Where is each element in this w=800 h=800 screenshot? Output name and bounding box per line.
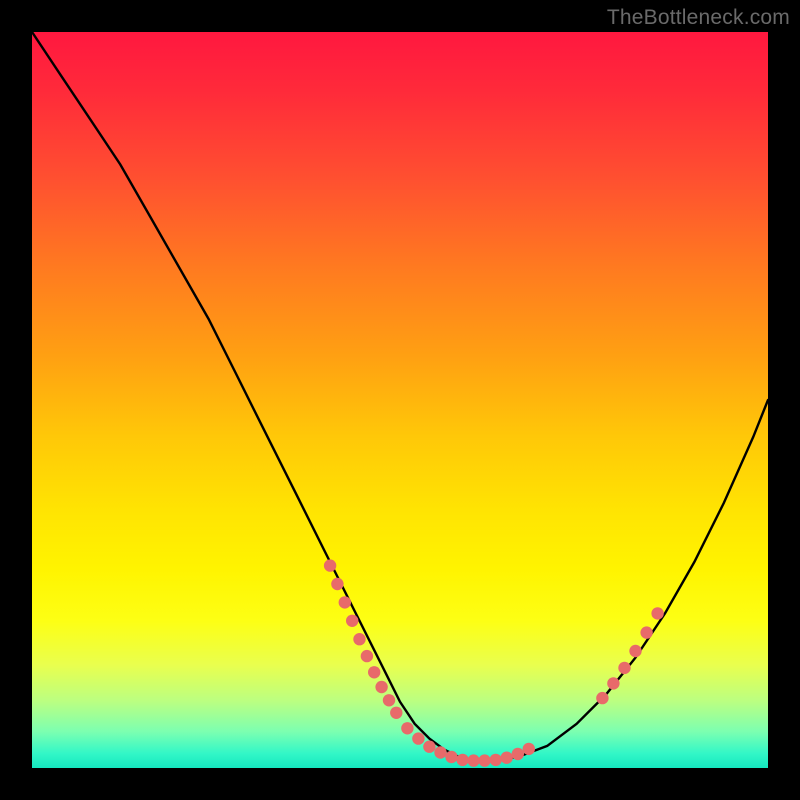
dot-marker	[434, 746, 446, 758]
dot-marker	[512, 748, 524, 760]
bottleneck-curve	[32, 32, 768, 761]
watermark-text: TheBottleneck.com	[607, 6, 790, 30]
dot-marker	[339, 596, 351, 608]
dot-marker	[346, 615, 358, 627]
dot-markers	[324, 559, 664, 766]
plot-area	[32, 32, 768, 768]
dot-marker	[375, 681, 387, 693]
dot-marker	[490, 754, 502, 766]
dot-marker	[324, 559, 336, 571]
chart-frame: TheBottleneck.com	[0, 0, 800, 800]
dot-marker	[501, 752, 513, 764]
dot-marker	[445, 751, 457, 763]
dot-marker	[383, 694, 395, 706]
dot-marker	[596, 692, 608, 704]
dot-marker	[640, 626, 652, 638]
dot-marker	[390, 707, 402, 719]
dot-marker	[361, 650, 373, 662]
dot-marker	[618, 662, 630, 674]
dot-marker	[629, 645, 641, 657]
dot-marker	[478, 754, 490, 766]
dot-marker	[412, 732, 424, 744]
dot-marker	[607, 677, 619, 689]
dot-marker	[331, 578, 343, 590]
dot-marker	[353, 633, 365, 645]
chart-svg	[32, 32, 768, 768]
dot-marker	[401, 722, 413, 734]
dot-marker	[523, 743, 535, 755]
dot-marker	[456, 754, 468, 766]
dot-marker	[423, 741, 435, 753]
dot-marker	[368, 666, 380, 678]
dot-marker	[651, 607, 663, 619]
dot-marker	[467, 754, 479, 766]
